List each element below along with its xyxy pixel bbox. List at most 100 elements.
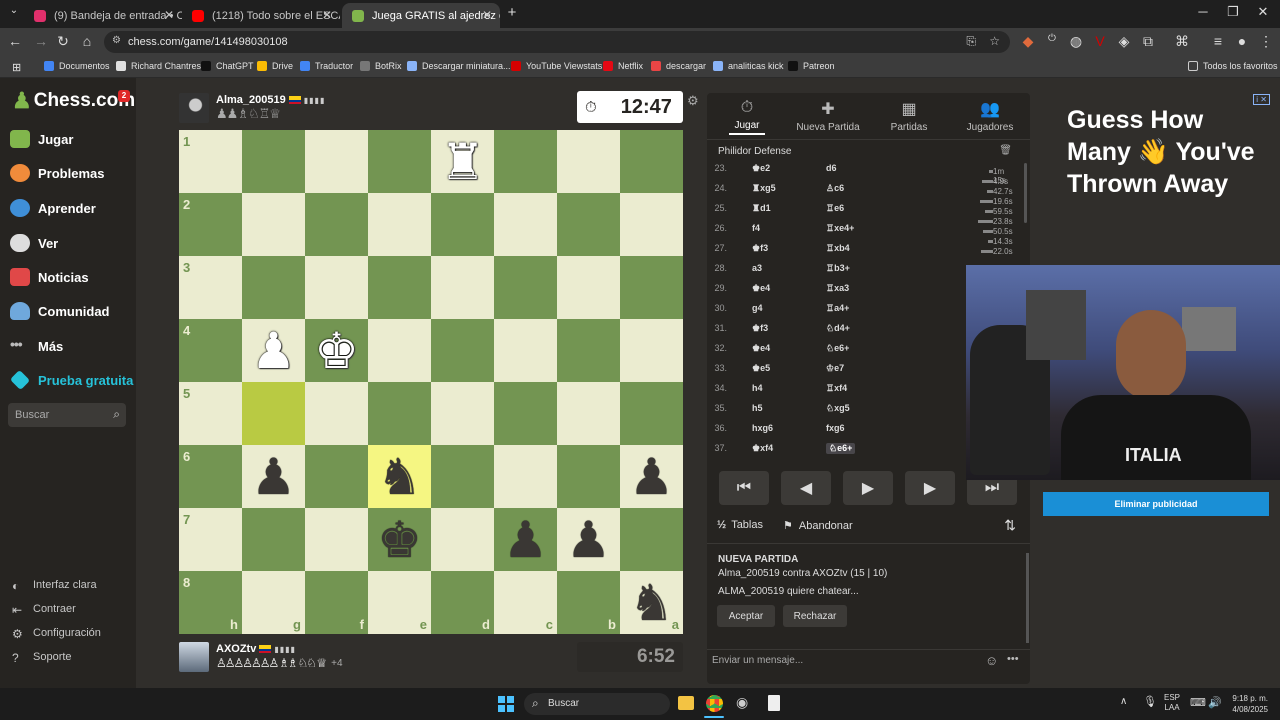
black-move[interactable]: fxg6 <box>826 423 845 433</box>
browser-tab-youtube[interactable]: (1218) Todo sobre el ESCALOFR ✕ <box>182 3 340 28</box>
notification-badge[interactable]: 2 <box>118 90 130 102</box>
bottom-player-avatar[interactable] <box>179 642 209 672</box>
white-piece-g4[interactable]: ♟ <box>242 319 305 382</box>
forward-button[interactable]: → <box>31 33 51 49</box>
black-piece-b7[interactable]: ♟ <box>557 508 620 571</box>
move-list-scrollbar[interactable] <box>1024 163 1027 223</box>
chevron-up-icon[interactable]: ∧ <box>1120 696 1127 707</box>
tab-jugadores[interactable]: 👥 Jugadores <box>950 99 1030 133</box>
square-a6[interactable]: ♟ <box>620 445 683 508</box>
white-move[interactable]: ♚f3 <box>752 323 768 334</box>
black-move[interactable]: ♙c6 <box>826 183 844 194</box>
sidebar-item-problemas[interactable]: Problemas <box>10 164 104 182</box>
all-bookmarks-button[interactable]: Todos los favoritos <box>1188 61 1278 71</box>
white-move[interactable]: ♚e4 <box>752 343 770 354</box>
black-piece-a6[interactable]: ♟ <box>620 445 683 508</box>
square-d5[interactable] <box>431 382 494 445</box>
volume-icon[interactable]: 🔊 <box>1208 696 1222 709</box>
black-piece-e6[interactable]: ♞ <box>368 445 431 508</box>
reject-button[interactable]: Rechazar <box>783 605 847 627</box>
square-g5[interactable] <box>242 382 305 445</box>
square-g4[interactable]: ♟ <box>242 319 305 382</box>
settings-button[interactable]: ⚙ Configuración <box>12 627 101 641</box>
black-move[interactable]: ♘e6+ <box>826 343 849 354</box>
chat-scrollbar[interactable] <box>1026 553 1029 643</box>
back-button[interactable]: ← <box>5 33 25 49</box>
black-piece-e7[interactable]: ♚ <box>368 508 431 571</box>
square-f7[interactable] <box>305 508 368 571</box>
top-player-avatar[interactable] <box>179 93 209 123</box>
emoji-icon[interactable]: ☺ <box>985 653 998 668</box>
flip-board-icon[interactable]: ⇅ <box>1004 517 1016 534</box>
white-move[interactable]: h4 <box>752 383 763 393</box>
black-move[interactable]: ♘xg5 <box>826 403 850 414</box>
sidebar-item-prueba-gratuita[interactable]: Prueba gratuita <box>9 369 133 391</box>
square-f3[interactable] <box>305 256 368 319</box>
ad-choices-icon[interactable]: i ✕ <box>1253 94 1270 105</box>
resign-button[interactable]: ⚑ Abandonar <box>783 519 853 533</box>
square-c6[interactable] <box>494 445 557 508</box>
square-e7[interactable]: ♚ <box>368 508 431 571</box>
extension-icon[interactable]: ◆ <box>1018 33 1038 50</box>
square-h5[interactable]: 5 <box>179 382 242 445</box>
square-a7[interactable] <box>620 508 683 571</box>
square-e4[interactable] <box>368 319 431 382</box>
obs-icon[interactable]: ◉ <box>736 694 748 711</box>
white-move[interactable]: ♜xg5 <box>752 183 776 194</box>
square-d7[interactable] <box>431 508 494 571</box>
square-c3[interactable] <box>494 256 557 319</box>
search-icon[interactable]: ⌕ <box>113 407 120 422</box>
square-f4[interactable]: ♚ <box>305 319 368 382</box>
square-d1[interactable]: ♜ <box>431 130 494 193</box>
square-g6[interactable]: ♟ <box>242 445 305 508</box>
bottom-player-name[interactable]: AXOZtv <box>216 643 256 655</box>
trash-icon[interactable]: 🗑 <box>999 145 1012 156</box>
extension-icon[interactable]: ◍ <box>1066 33 1086 50</box>
square-e8[interactable]: e <box>368 571 431 634</box>
draw-button[interactable]: ½ Tablas <box>717 519 763 531</box>
remove-ads-button[interactable]: Eliminar publicidad <box>1043 492 1269 516</box>
microphone-icon[interactable]: 🎙 <box>1143 695 1157 708</box>
black-move[interactable]: ♖xb4 <box>826 243 850 254</box>
collapse-button[interactable]: ⇤ Contraer <box>12 603 76 617</box>
square-d2[interactable] <box>431 193 494 256</box>
board-settings-gear-icon[interactable]: ⚙ <box>687 93 699 109</box>
bookmark-item[interactable]: Descargar miniatura... <box>407 61 511 71</box>
square-e3[interactable] <box>368 256 431 319</box>
previous-move-button[interactable]: ◀ <box>781 471 831 505</box>
sidebar-item-mas[interactable]: ••• Más <box>10 337 63 355</box>
white-piece-d1[interactable]: ♜ <box>431 130 494 193</box>
square-e1[interactable] <box>368 130 431 193</box>
browser-tab-instagram[interactable]: (9) Bandeja de entrada • Chats ✕ <box>24 3 182 28</box>
square-c1[interactable] <box>494 130 557 193</box>
square-f2[interactable] <box>305 193 368 256</box>
tab-jugar[interactable]: ⏱ Jugar <box>707 99 787 131</box>
chrome-icon[interactable] <box>706 695 723 712</box>
browser-tab-chess[interactable]: Juega GRATIS al ajedrez online ✕ <box>342 3 500 28</box>
translate-icon[interactable]: ⌘ <box>1172 33 1192 50</box>
bookmark-star-icon[interactable]: ☆ <box>989 34 1000 48</box>
advertisement[interactable]: Guess How Many 👋 You've Thrown Away i ✕ <box>1058 92 1280 267</box>
light-mode-toggle[interactable]: ◐ Interfaz clara <box>12 579 97 593</box>
minimize-window-button[interactable]: ─ <box>1188 4 1218 19</box>
square-h2[interactable]: 2 <box>179 193 242 256</box>
bookmark-item[interactable]: YouTube Viewstats <box>511 61 602 71</box>
windows-start-icon[interactable] <box>498 696 514 712</box>
black-move[interactable]: ♖e6 <box>826 203 844 214</box>
square-e5[interactable] <box>368 382 431 445</box>
square-g1[interactable] <box>242 130 305 193</box>
bookmark-item[interactable]: BotRix <box>360 61 402 71</box>
square-c4[interactable] <box>494 319 557 382</box>
square-a4[interactable] <box>620 319 683 382</box>
network-icon[interactable]: ⌨ <box>1190 696 1206 709</box>
first-move-button[interactable]: ⏮ <box>719 471 769 505</box>
square-a1[interactable] <box>620 130 683 193</box>
square-f5[interactable] <box>305 382 368 445</box>
tab-search-icon[interactable]: ⌄ <box>4 5 24 16</box>
square-b8[interactable]: b <box>557 571 620 634</box>
extensions-puzzle-icon[interactable]: ⧉ <box>1138 33 1158 50</box>
black-move[interactable]: ♖xa3 <box>826 283 849 294</box>
bookmark-item[interactable]: descargar <box>651 61 706 71</box>
home-button[interactable]: ⌂ <box>77 33 97 49</box>
bookmark-item[interactable]: analiticas kick <box>713 61 784 71</box>
